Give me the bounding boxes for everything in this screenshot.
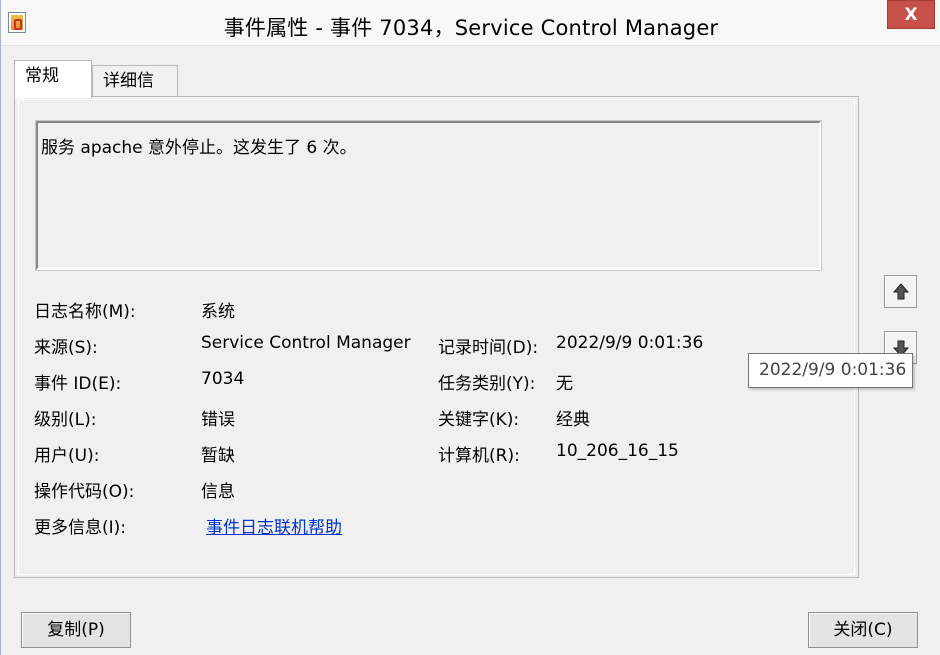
close-window-button[interactable]: X [887,0,935,29]
keywords-value: 经典 [556,410,590,430]
keywords-label: 关键字(K): [438,410,520,430]
opcode-label: 操作代码(O): [34,482,135,502]
level-value: 错误 [201,410,235,430]
copy-button[interactable]: 复制(P) [21,612,131,648]
event-log-online-help-link[interactable]: 事件日志联机帮助 [206,513,342,538]
more-info-label: 更多信息(I): [34,518,127,538]
window-title: 事件属性 - 事件 7034，Service Control Manager [223,16,719,40]
event-description-text: 服务 apache 意外停止。这发生了 6 次。 [41,138,357,158]
source-label: 来源(S): [34,338,98,358]
event-id-value: 7034 [201,369,245,389]
opcode-value: 信息 [201,482,235,502]
task-category-label: 任务类别(Y): [438,374,536,394]
task-category-value: 无 [556,374,573,394]
event-description-box[interactable]: 服务 apache 意外停止。这发生了 6 次。 [35,120,822,271]
title-bar[interactable]: 事件属性 - 事件 7034，Service Control Manager X [1,0,940,46]
close-button[interactable]: 关闭(C) [808,612,918,648]
event-id-label: 事件 ID(E): [34,374,122,394]
computer-label: 计算机(R): [438,446,520,466]
event-properties-window: 事件属性 - 事件 7034，Service Control Manager X… [0,0,940,655]
computer-value: 10_206_16_15 [556,441,679,461]
user-value: 暂缺 [201,446,235,466]
logged-label: 记录时间(D): [438,338,539,358]
logged-value: 2022/9/9 0:01:36 [556,333,704,353]
source-value: Service Control Manager [201,333,411,353]
previous-event-button[interactable] [884,275,917,308]
arrow-up-icon [893,283,909,300]
tab-general[interactable]: 常规 [14,60,92,98]
level-label: 级别(L): [34,410,97,430]
tab-details[interactable]: 详细信息 [92,65,178,121]
log-name-label: 日志名称(M): [34,302,136,322]
date-tooltip: 2022/9/9 0:01:36 [748,353,913,388]
log-name-value: 系统 [201,302,235,322]
user-label: 用户(U): [34,446,100,466]
